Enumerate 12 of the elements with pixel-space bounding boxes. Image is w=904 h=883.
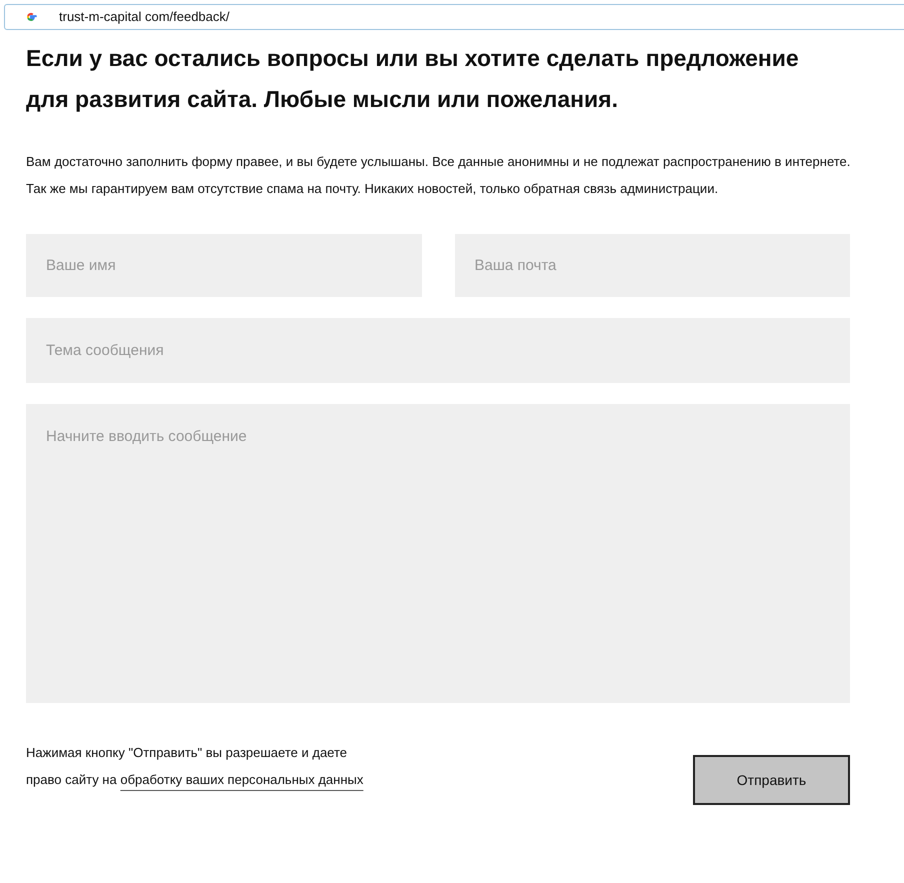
subject-field[interactable]: Тема сообщения [26,318,850,383]
consent-text: Нажимая кнопку "Отправить" вы разрешаете и даете право сайту на обработку ваших персональных данных [26,744,364,789]
intro-paragraph: Вам достаточно заполнить форму правее, и вы будете услышаны. Все данные анонимны и не подлежат распространению в интернете. Так же мы гарантируем вам отсутствие спама на почту. Никаких новостей, только обратная связь администрации. [26,153,852,198]
url-text: trust-m-capital com/feedback/ [59,8,230,26]
privacy-link[interactable]: обработку ваших персональных данных [120,772,364,787]
page-heading: Если у вас остались вопросы или вы хотите сделать предложение для развития сайта. Любые мысли или пожелания. [26,44,800,114]
message-field[interactable]: Начните вводить сообщение [26,404,850,703]
submit-button[interactable]: Отправить [693,755,850,805]
google-icon [25,11,37,23]
email-field[interactable]: Ваша почта [454,234,850,297]
name-field[interactable]: Ваше имя [26,234,422,297]
address-bar[interactable]: trust-m-capital com/feedback/ [4,4,904,30]
